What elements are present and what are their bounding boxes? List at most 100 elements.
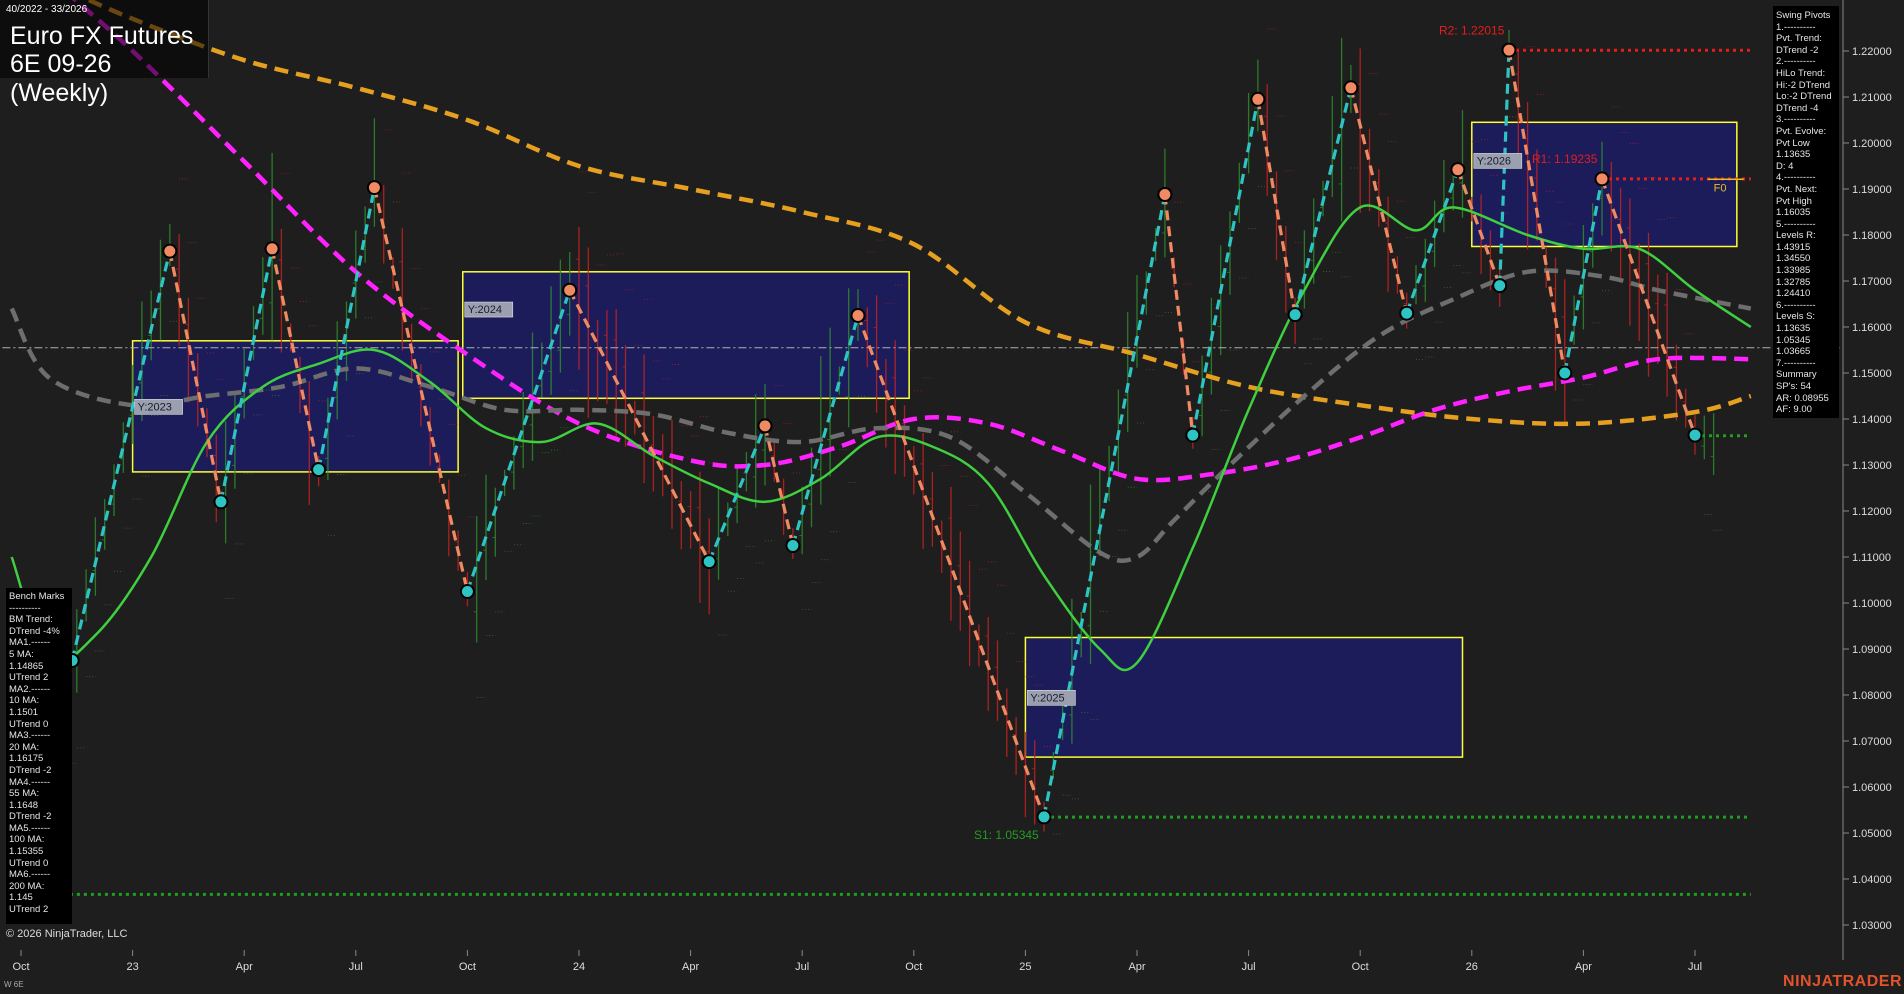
y-tick-label: 1.13000 [1852,460,1892,472]
bench-line: UTrend 2 [9,904,49,916]
pivot-marker [1343,80,1359,96]
bench-line: 20 MA: [9,741,40,753]
bench-line: MA2.------ [9,683,51,695]
x-tick-label: 25 [1019,961,1031,973]
pivot-marker [1594,171,1610,187]
y-tick-label: 1.12000 [1852,506,1892,518]
y-tick-label: 1.08000 [1852,690,1892,702]
x-tick-label: 26 [1466,961,1478,973]
bench-line: 1.15355 [9,846,44,858]
swing-line: HiLo Trend: [1776,67,1826,79]
bench-line: Bench Marks [9,591,65,602]
swing-line: 1.13635 [1776,323,1811,335]
date-range: 40/2022 - 33/2026 [6,4,88,15]
swing-line: Pvt. Evolve: [1776,125,1827,137]
bench-marks-panel: Bench Marks ---------- BM Trend: DTrend -4%… [6,588,72,924]
x-tick-label: Oct [459,961,476,973]
bench-line: 1.1501 [9,706,39,718]
swing-line: Levels S: [1776,311,1816,323]
x-tick-label: Apr [1128,961,1145,973]
pivot-marker [1687,427,1703,443]
pivot-marker [757,418,773,434]
y-tick-label: 1.10000 [1852,598,1892,610]
x-tick-label: Oct [1352,961,1369,973]
pivot-marker [213,494,229,510]
bench-line: 5 MA: [9,648,34,660]
bench-line: 1.1648 [9,799,39,811]
swing-line: DTrend -4 [1776,102,1819,114]
x-tick-label: Jul [795,961,809,973]
swing-line: SP's: 54 [1776,381,1812,392]
price-chart[interactable]: R2: 1.22015 R1: 1.19235 S1: 1.05345 F0 Y:20… [0,0,1904,994]
bench-line: 1.14865 [9,660,44,672]
x-tick-label: 24 [573,961,585,973]
swing-line: 7.---------- [1776,357,1816,369]
swing-line: Summary [1776,369,1817,381]
y-tick-label: 1.22000 [1852,46,1892,58]
x-tick-label: Apr [1575,961,1592,973]
swing-line: Pvt. Next: [1776,183,1818,195]
pivot-marker [785,538,801,553]
zone-label: Y:2025 [1030,692,1064,704]
swing-line: 1.---------- [1776,21,1816,33]
pivot-marker [562,282,578,298]
pivot-marker [311,462,327,478]
bench-line: 200 MA: [9,880,45,892]
swing-line: Lo:-2 DTrend [1776,91,1832,103]
swing-line: 1.05345 [1776,334,1811,346]
bench-line: UTrend 0 [9,718,49,730]
x-tick-label: Oct [12,961,29,973]
y-tick-label: 1.21000 [1852,92,1892,104]
swing-line: 1.43915 [1776,241,1811,253]
x-tick-label: 23 [126,961,138,973]
swing-line: 1.03665 [1776,346,1811,358]
bench-line: MA6.------ [9,869,51,881]
pivot-marker [264,241,280,257]
x-tick-label: Apr [682,961,699,973]
swing-line: AR: 0.08955 [1776,392,1829,404]
bench-line: 1.16175 [9,753,44,765]
pivot-marker [366,180,382,196]
zone-box [462,271,910,400]
bench-line: 55 MA: [9,788,40,800]
swing-pivots-panel: Swing Pivots 1.---------- Pvt. Trend: DTren… [1773,6,1839,418]
bench-line: MA5.------ [9,822,51,834]
pivot-marker [1250,91,1266,107]
swing-line: 2.---------- [1776,56,1816,68]
swing-line: 1.13635 [1776,149,1811,161]
y-tick-label: 1.03000 [1852,920,1892,932]
pivot-marker [850,308,866,323]
bench-line: 100 MA: [9,834,45,846]
swing-line: Pvt High [1776,195,1812,207]
y-tick-label: 1.14000 [1852,414,1892,426]
bench-line: MA4.------ [9,776,51,788]
level-label: R2: 1.22015 [1439,23,1505,37]
pivot-marker [1501,42,1517,58]
swing-line: D: 4 [1776,160,1794,172]
bench-line: UTrend 0 [9,857,49,869]
pivot-marker [1185,427,1201,443]
swing-line: 3.---------- [1776,114,1816,126]
swing-line: Pvt Low [1776,137,1810,149]
swing-line: 1.24410 [1776,288,1811,300]
zone-label: Y:2023 [138,401,172,413]
y-tick-label: 1.20000 [1852,138,1892,150]
pivot-marker [162,243,178,259]
swing-line: 1.34550 [1776,253,1811,265]
y-tick-label: 1.07000 [1852,736,1892,748]
y-tick-label: 1.17000 [1852,276,1892,288]
swing-line: 1.33985 [1776,265,1811,277]
swing-line: 1.16035 [1776,207,1811,219]
pivot-marker [1492,278,1508,294]
title-box: 40/2022 - 33/2026 Euro FX Futures 6E 09-… [0,0,209,107]
swing-line: Swing Pivots [1776,10,1831,21]
level-tag: F0 [1714,182,1727,194]
level-label: S1: 1.05345 [974,828,1039,842]
bench-line: ---------- [9,602,41,614]
x-tick-label: Jul [1688,961,1702,973]
zone-label: Y:2026 [1477,155,1511,167]
footer-instrument-tag: W 6E [4,980,24,989]
swing-line: 4.---------- [1776,172,1816,184]
y-tick-label: 1.16000 [1852,322,1892,334]
bench-line: DTrend -2 [9,764,52,776]
